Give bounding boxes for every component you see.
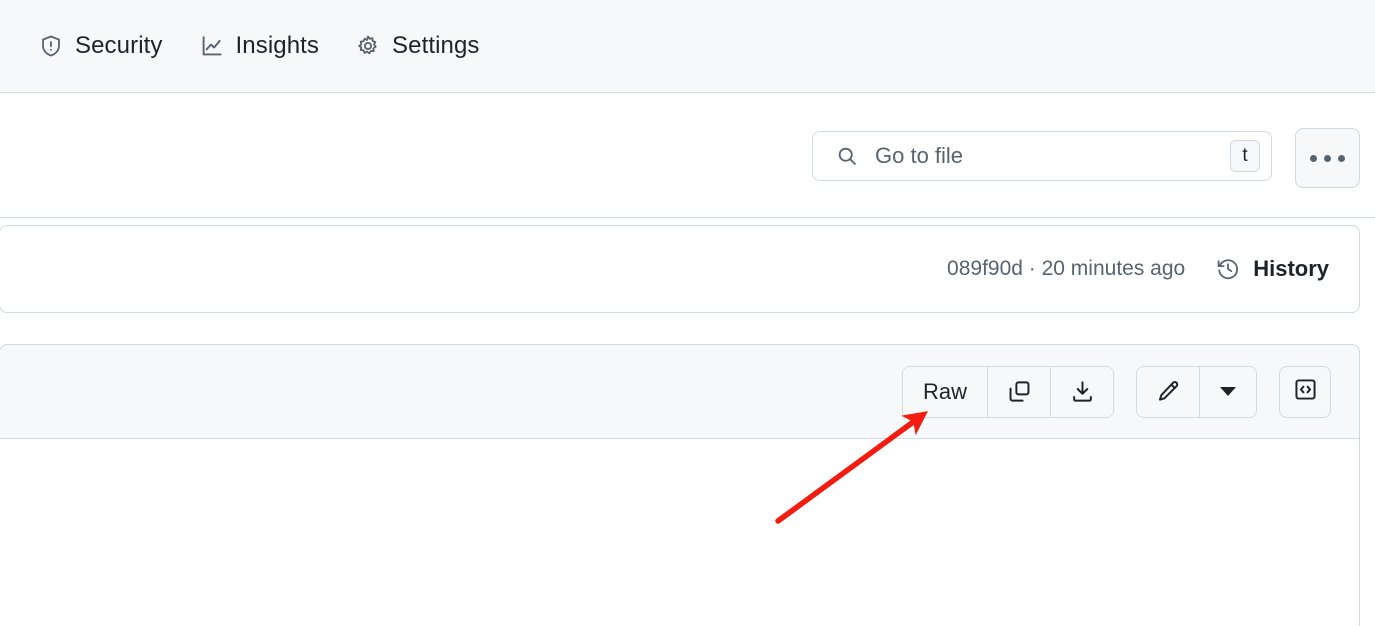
pencil-icon: [1155, 379, 1181, 405]
search-input-placeholder: Go to file: [875, 143, 964, 168]
history-label: History: [1253, 256, 1329, 281]
kebab-horizontal-icon-dot: [1338, 154, 1345, 162]
gear-icon: [355, 33, 381, 59]
file-content-area: [0, 439, 1360, 626]
kebab-horizontal-icon: [1310, 154, 1317, 162]
search-icon: [835, 144, 859, 168]
overflow-menu-button[interactable]: [1295, 128, 1360, 188]
repository-nav-bar: Security Insights Settings: [0, 0, 1375, 93]
raw-button[interactable]: Raw: [902, 366, 988, 417]
graph-icon: [199, 33, 225, 59]
copy-raw-content-button[interactable]: [988, 366, 1051, 417]
commit-meta-text: 089f90d · 20 minutes ago: [947, 257, 1186, 280]
github-file-view-page: Security Insights Settings Go to file t …: [0, 0, 1375, 626]
download-icon: [1069, 379, 1095, 405]
raw-button-label: Raw: [922, 378, 967, 404]
copy-icon: [1006, 379, 1032, 405]
code-symbols-icon: [1293, 377, 1318, 407]
raw-copy-download-button-group: Raw: [901, 365, 1114, 418]
kebab-horizontal-icon-dot: [1324, 154, 1331, 162]
nav-item-label: Security: [75, 32, 163, 59]
file-search-row: Go to file t: [0, 93, 1375, 218]
file-action-toolbar: Raw: [0, 344, 1360, 439]
code-symbols-view-button[interactable]: [1279, 365, 1331, 418]
edit-file-button[interactable]: [1137, 366, 1200, 417]
nav-item-label: Insights: [235, 32, 320, 59]
history-link[interactable]: History: [1215, 256, 1329, 282]
search-shortcut-badge: t: [1230, 140, 1260, 172]
nav-item-insights[interactable]: Insights: [199, 32, 320, 60]
nav-item-label: Settings: [392, 32, 480, 59]
nav-item-security[interactable]: Security: [38, 32, 163, 60]
history-clock-icon: [1215, 256, 1241, 282]
download-raw-file-button[interactable]: [1051, 366, 1113, 417]
latest-commit-bar: 089f90d · 20 minutes ago History: [0, 225, 1360, 313]
edit-file-button-group: [1136, 365, 1257, 418]
nav-item-settings[interactable]: Settings: [355, 32, 480, 60]
shield-alert-icon: [38, 33, 64, 59]
edit-file-dropdown-button[interactable]: [1200, 366, 1256, 417]
go-to-file-search[interactable]: Go to file t: [812, 131, 1272, 181]
chevron-down-icon: [1220, 387, 1236, 396]
